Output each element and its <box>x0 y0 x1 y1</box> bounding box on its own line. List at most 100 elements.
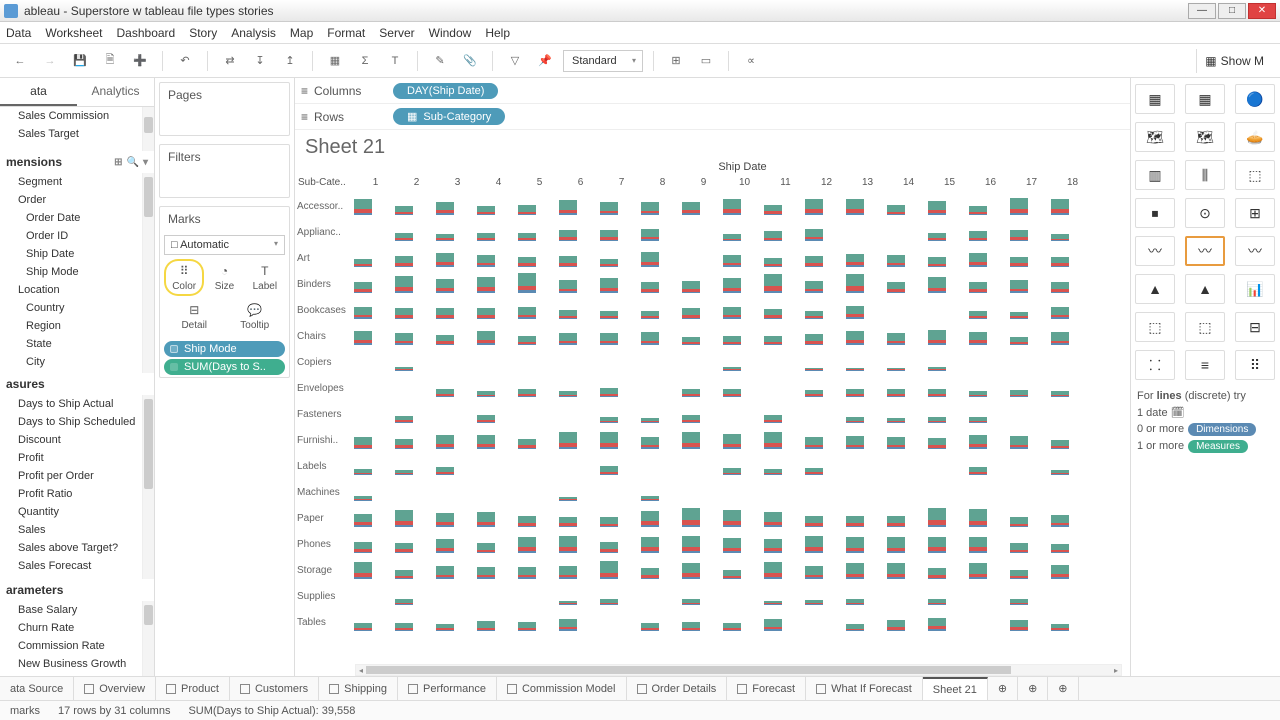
viz-cell[interactable] <box>1050 429 1091 451</box>
viz-cell[interactable] <box>1050 507 1091 529</box>
viz-cell[interactable] <box>845 377 886 399</box>
share-button[interactable]: ∝ <box>739 49 763 73</box>
viz-cell[interactable] <box>640 559 681 581</box>
showme-option[interactable]: ⏹ <box>1135 198 1175 228</box>
datasource-item[interactable]: Sales Target <box>0 125 154 143</box>
viz-cell[interactable] <box>681 429 722 451</box>
viz-cell[interactable] <box>640 195 681 217</box>
viz-cell[interactable] <box>722 325 763 347</box>
viz-cell[interactable] <box>1009 507 1050 529</box>
viz-cell[interactable] <box>599 221 640 243</box>
viz-cell[interactable] <box>1009 325 1050 347</box>
viz-cell[interactable] <box>558 507 599 529</box>
viz-cell[interactable] <box>599 559 640 581</box>
viz-cell[interactable] <box>640 273 681 295</box>
viz-cell[interactable] <box>435 481 476 503</box>
viz-cell[interactable] <box>804 533 845 555</box>
viz-cell[interactable] <box>476 585 517 607</box>
viz-cell[interactable] <box>599 273 640 295</box>
viz-cell[interactable] <box>927 403 968 425</box>
viz-cell[interactable] <box>968 273 1009 295</box>
viz-cell[interactable] <box>763 507 804 529</box>
viz-cell[interactable] <box>845 403 886 425</box>
viz-cell[interactable] <box>927 611 968 633</box>
forward-button[interactable]: → <box>38 49 62 73</box>
viz-cell[interactable] <box>804 559 845 581</box>
viz-cell[interactable] <box>558 221 599 243</box>
showme-option[interactable]: ⊙ <box>1185 198 1225 228</box>
viz-cell[interactable] <box>394 403 435 425</box>
viz-h-scrollbar[interactable]: ◂ ▸ <box>355 664 1122 676</box>
measure-item[interactable]: Profit Ratio <box>0 485 154 503</box>
dimension-item[interactable]: State <box>0 335 154 353</box>
viz-cell[interactable] <box>599 377 640 399</box>
viz-cell[interactable] <box>968 195 1009 217</box>
minimize-button[interactable]: — <box>1188 3 1216 19</box>
viz-cell[interactable] <box>640 481 681 503</box>
sheet-tab[interactable]: Shipping <box>319 677 398 700</box>
viz-cell[interactable] <box>599 299 640 321</box>
viz-cell[interactable] <box>558 585 599 607</box>
menu-window[interactable]: Window <box>429 26 472 40</box>
parameters-scrollbar[interactable] <box>142 601 154 676</box>
view-as-icon[interactable]: ⊞ <box>114 157 122 168</box>
viz-cell[interactable] <box>722 507 763 529</box>
showme-option[interactable]: ⊟ <box>1235 312 1275 342</box>
dimension-item[interactable]: Ship Date <box>0 245 154 263</box>
menu-story[interactable]: Story <box>189 26 217 40</box>
viz-cell[interactable] <box>558 247 599 269</box>
viz-cell[interactable] <box>353 299 394 321</box>
showme-option[interactable]: 🗺 <box>1135 122 1175 152</box>
viz-cell[interactable] <box>927 585 968 607</box>
viz-cell[interactable] <box>558 429 599 451</box>
marks-tooltip[interactable]: 💬Tooltip <box>225 298 286 335</box>
viz-cell[interactable] <box>927 429 968 451</box>
viz-cell[interactable] <box>517 507 558 529</box>
measure-item[interactable]: Sales Forecast <box>0 557 154 575</box>
viz-cell[interactable] <box>476 403 517 425</box>
viz-cell[interactable] <box>394 611 435 633</box>
viz-cell[interactable] <box>722 429 763 451</box>
viz-cell[interactable] <box>353 507 394 529</box>
dimension-item[interactable]: Country <box>0 299 154 317</box>
viz-cell[interactable] <box>927 273 968 295</box>
viz-cell[interactable] <box>763 455 804 477</box>
sheet-tab[interactable]: Commission Model <box>497 677 627 700</box>
viz-cell[interactable] <box>804 481 845 503</box>
viz-cell[interactable] <box>845 533 886 555</box>
attach-button[interactable]: 📎 <box>458 49 482 73</box>
sheet-tab[interactable]: Order Details <box>627 677 728 700</box>
showme-option[interactable]: ▦ <box>1135 84 1175 114</box>
new-dashboard-button[interactable]: ⊕ <box>1018 677 1048 700</box>
viz-cell[interactable] <box>886 221 927 243</box>
viz-cell[interactable] <box>435 247 476 269</box>
viz-cell[interactable] <box>927 559 968 581</box>
data-tab[interactable]: ata <box>0 78 77 106</box>
group-button[interactable]: ▦ <box>323 49 347 73</box>
marks-label[interactable]: TLabel <box>245 259 285 296</box>
sort-desc-button[interactable]: ↥ <box>278 49 302 73</box>
viz-cell[interactable] <box>476 481 517 503</box>
viz-cell[interactable] <box>435 195 476 217</box>
viz-cell[interactable] <box>681 611 722 633</box>
view-cards-button[interactable]: ⊞ <box>664 49 688 73</box>
viz-cell[interactable] <box>394 351 435 373</box>
viz-cell[interactable] <box>681 221 722 243</box>
viz-cell[interactable] <box>394 221 435 243</box>
viz-cell[interactable] <box>517 247 558 269</box>
viz-cell[interactable] <box>681 481 722 503</box>
viz-cell[interactable] <box>353 377 394 399</box>
viz-cell[interactable] <box>517 377 558 399</box>
viz-cell[interactable] <box>845 429 886 451</box>
viz-cell[interactable] <box>804 273 845 295</box>
viz-cell[interactable] <box>722 377 763 399</box>
viz-cell[interactable] <box>1050 481 1091 503</box>
viz-cell[interactable] <box>640 611 681 633</box>
viz-cell[interactable] <box>476 299 517 321</box>
viz-cell[interactable] <box>886 611 927 633</box>
close-button[interactable]: ✕ <box>1248 3 1276 19</box>
viz-cell[interactable] <box>599 455 640 477</box>
parameter-item[interactable]: New Business Growth <box>0 655 154 673</box>
viz-cell[interactable] <box>722 585 763 607</box>
viz-cell[interactable] <box>722 273 763 295</box>
